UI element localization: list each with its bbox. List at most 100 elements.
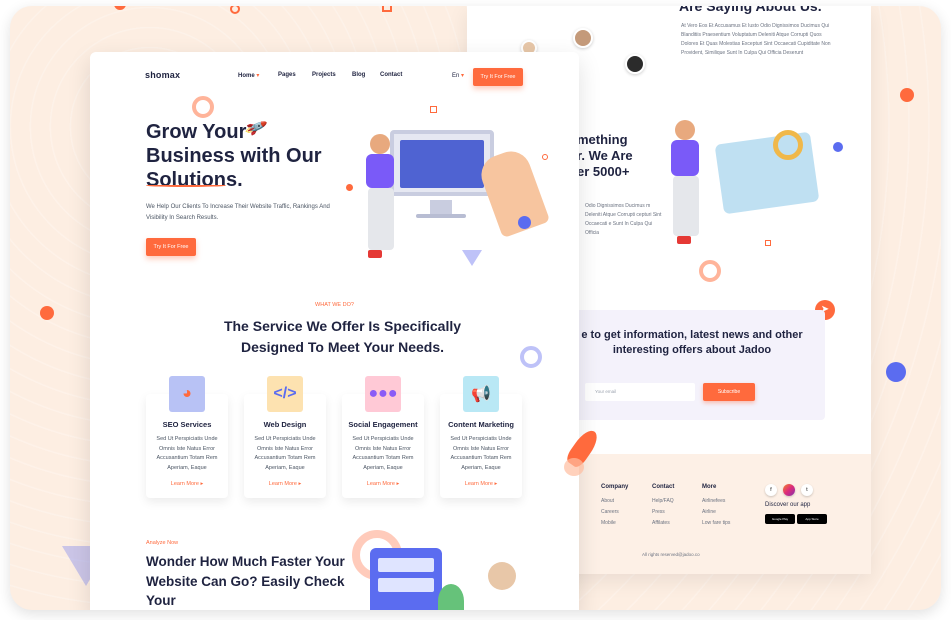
decor-dot — [900, 88, 914, 102]
chevron-down-icon: ▾ — [256, 73, 260, 79]
learn-more-label: Learn More — [366, 481, 395, 487]
service-card-title: SEO Services — [162, 420, 212, 429]
brand-logo[interactable]: shomax — [145, 70, 180, 80]
footer-link[interactable]: Careers — [601, 509, 628, 515]
email-input[interactable]: Your email — [585, 383, 695, 401]
footer-link[interactable]: Mobile — [601, 520, 628, 526]
footer-link[interactable]: Airlinefees — [702, 498, 730, 504]
hand-illustration — [475, 145, 551, 239]
service-card-title: Social Engagement — [348, 420, 418, 429]
facebook-icon[interactable]: f — [765, 484, 777, 496]
decor-square — [382, 6, 392, 12]
learn-more-link[interactable]: Learn More ▸ — [244, 481, 326, 487]
footer-link[interactable]: About — [601, 498, 628, 504]
footer-heading: Company — [601, 484, 629, 490]
app-store-badge[interactable]: App Store — [797, 514, 827, 524]
calculator-illustration — [370, 548, 442, 610]
learn-more-link[interactable]: Learn More ▸ — [342, 481, 424, 487]
service-card-title: Web Design — [263, 420, 307, 429]
avatar — [625, 54, 645, 74]
google-play-badge[interactable]: Google Play — [765, 514, 795, 524]
monitor-base — [416, 214, 466, 218]
footer-column-more: More Airlinefees Airline Low fare tips — [702, 484, 730, 531]
learn-more-label: Learn More — [464, 481, 493, 487]
showcase-frame: Are Saying About Us. At Vero Eos Et Accu… — [10, 6, 941, 610]
nav-pages[interactable]: Pages — [278, 72, 296, 78]
subscribe-section — [563, 310, 825, 420]
services-title: The Service We Offer Is Specifically Des… — [90, 316, 579, 358]
try-free-nav-button[interactable]: Try It For Free — [473, 68, 523, 86]
language-label: En — [452, 73, 460, 79]
service-card-social[interactable]: ●●● Social Engagement Sed Ut Perspiciati… — [342, 376, 424, 498]
learn-more-link[interactable]: Learn More ▸ — [440, 481, 522, 487]
service-card-content[interactable]: 📢 Content Marketing Sed Ut Perspiciatis … — [440, 376, 522, 498]
services-eyebrow: WHAT WE DO? — [315, 302, 354, 308]
analytics-illustration — [714, 131, 820, 215]
decor-dot — [833, 142, 843, 152]
nav-label: Home — [238, 73, 255, 79]
megaphone-icon: 📢 — [463, 376, 499, 412]
decor-square — [430, 106, 437, 113]
nav-projects[interactable]: Projects — [312, 72, 336, 78]
analyze-eyebrow: Analyze Now — [146, 540, 179, 546]
twitter-icon[interactable]: t — [801, 484, 813, 496]
nav-home[interactable]: Home ▾ — [238, 72, 259, 79]
learn-more-link[interactable]: Learn More ▸ — [146, 481, 228, 487]
rocket-illustration — [560, 424, 606, 478]
character-illustration — [488, 562, 516, 590]
decor-square — [765, 240, 771, 246]
chevron-down-icon: ▾ — [461, 73, 465, 79]
service-card-desc: Sed Ut Perspiciatis Unde Omnis Iste Natu… — [352, 436, 414, 471]
footer-link[interactable]: Help/FAQ — [652, 498, 674, 504]
hero-cta-button[interactable]: Try It For Free — [146, 238, 196, 256]
nav-blog[interactable]: Blog — [352, 72, 365, 78]
stats-heading: mething r. We Are er 5000+ — [577, 132, 633, 179]
footer-heading: Contact — [652, 484, 675, 490]
footer-link[interactable]: Affilates — [652, 520, 674, 526]
code-icon: </> — [267, 376, 303, 412]
copyright-text: All rights reserved@jadoo.co — [642, 552, 700, 557]
stats-text: Odio Dignissimos Ducimus m Deleniti Atqu… — [585, 203, 662, 236]
chat-bubble-icon: ●●● — [365, 376, 401, 412]
decor-dot — [346, 184, 353, 191]
magnifier-icon — [773, 130, 803, 160]
learn-more-label: Learn More — [268, 481, 297, 487]
service-card-desc: Sed Ut Perspiciatis Unde Omnis Iste Natu… — [450, 436, 512, 471]
character-illustration — [669, 120, 705, 252]
language-select[interactable]: En ▾ — [452, 72, 464, 79]
pie-chart-icon: ◕ — [169, 376, 205, 412]
plant-illustration — [438, 584, 464, 610]
decor-dot — [40, 306, 54, 320]
instagram-icon[interactable] — [783, 484, 795, 496]
footer-column-company: Company About Careers Mobile — [601, 484, 628, 531]
hero-title: Grow Your Business with Our Solutions. — [146, 121, 322, 191]
service-card-title: Content Marketing — [448, 420, 514, 429]
front-page-preview: shomax Home ▾ Pages Projects Blog Contac… — [90, 52, 579, 610]
decor-triangle — [462, 250, 482, 266]
nav-contact[interactable]: Contact — [380, 72, 402, 78]
footer-column-contact: Contact Help/FAQ Press Affilates — [652, 484, 674, 531]
testimonial-title: Are Saying About Us. — [679, 6, 822, 14]
monitor-screen — [400, 140, 484, 188]
title-underline — [146, 184, 226, 187]
footer-link[interactable]: Press — [652, 509, 674, 515]
avatar — [573, 28, 593, 48]
hero-subtitle: We Help Our Clients To Increase Their We… — [146, 204, 330, 221]
decor-dot — [886, 362, 906, 382]
decor-ring — [542, 154, 548, 160]
subscribe-title: e to get information, latest news and ot… — [581, 329, 803, 356]
decor-ring — [699, 260, 721, 282]
footer-link[interactable]: Airline — [702, 509, 730, 515]
analyze-title: Wonder How Much Faster Your Website Can … — [146, 554, 345, 608]
learn-more-label: Learn More — [170, 481, 199, 487]
footer-link[interactable]: Low fare tips — [702, 520, 730, 526]
service-card-desc: Sed Ut Perspiciatis Unde Omnis Iste Natu… — [254, 436, 316, 471]
decor-dot — [518, 216, 531, 229]
discover-app-label: Discover our app — [765, 502, 811, 508]
service-card-seo[interactable]: ◕ SEO Services Sed Ut Perspiciatis Unde … — [146, 376, 228, 498]
service-card-web-design[interactable]: </> Web Design Sed Ut Perspiciatis Unde … — [244, 376, 326, 498]
subscribe-button[interactable]: Subscribe — [703, 383, 755, 401]
service-card-desc: Sed Ut Perspiciatis Unde Omnis Iste Natu… — [156, 436, 218, 471]
footer-heading: More — [702, 484, 717, 490]
services-title-text: The Service We Offer Is Specifically Des… — [223, 318, 462, 355]
